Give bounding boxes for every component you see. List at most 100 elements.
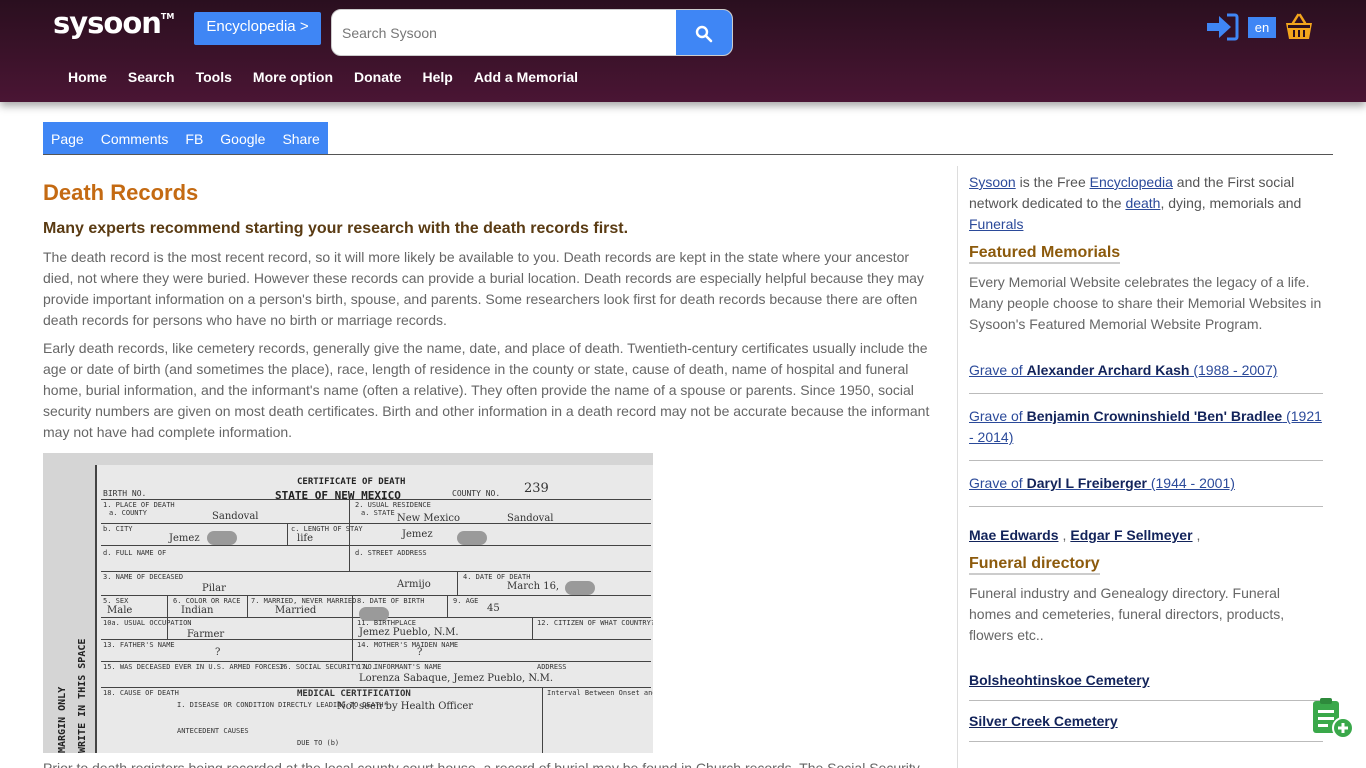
cert-b-county-val: Sandoval [507, 513, 554, 524]
nav-more-option[interactable]: More option [253, 69, 333, 85]
cert-col-line [287, 523, 288, 545]
page-tabs: Page Comments FB Google Share [43, 122, 328, 155]
cert-date-val: March 16, [507, 581, 560, 592]
cert-occupation-val: Farmer [187, 629, 225, 640]
grave-link[interactable]: Grave of Alexander Archard Kash (1988 - … [969, 348, 1323, 394]
cert-place-of-death: 1. PLACE OF DEATH [103, 501, 175, 509]
sidebar-intro: Sysoon is the Free Encyclopedia and the … [969, 174, 1302, 232]
cert-age-label: 9. AGE [453, 597, 479, 605]
cert-margin-label-2: WRITE IN THIS SPACE [77, 638, 88, 753]
memorial-name-link[interactable]: Edgar F Sellmeyer [1070, 527, 1192, 543]
link-funerals[interactable]: Funerals [969, 216, 1023, 232]
cert-color-val: Indian [181, 605, 214, 616]
cert-first-name: Pilar [202, 583, 226, 594]
paragraph-church-records: Prior to death registers being recorded … [43, 760, 920, 768]
page-title: Death Records [43, 180, 199, 205]
login-arrow-icon[interactable] [1205, 12, 1239, 42]
cert-informant-label: 17. INFORMANT'S NAME [357, 663, 442, 671]
cert-life-val: life [297, 533, 314, 544]
cert-medical-label: MEDICAL CERTIFICATION [297, 689, 411, 699]
cert-armed-label: 15. WAS DECEASED EVER IN U.S. ARMED FORC… [103, 663, 285, 671]
main-content: Death Records Many experts recommend sta… [43, 170, 933, 443]
cert-disease-val: Not seen by Health Officer [337, 701, 474, 712]
cemetery-link[interactable]: Bolsheohtinskoe Cemetery [969, 660, 1323, 701]
cert-street-label: d. STREET ADDRESS [355, 549, 427, 557]
cert-father-val: ? [215, 647, 221, 658]
cert-col-line [532, 617, 533, 639]
death-certificate-image: MARGIN ONLY WRITE IN THIS SPACE CERTIFIC… [43, 453, 653, 753]
cert-line [101, 661, 651, 662]
cert-birthplace-val: Jemez Pueblo, N.M. [359, 627, 459, 638]
logo[interactable]: sysoonTM [53, 6, 174, 40]
tab-google[interactable]: Google [220, 131, 265, 147]
cert-col-line [167, 595, 168, 639]
memorial-names: Mae Edwards, Edgar F Sellmeyer, [969, 527, 1201, 543]
cert-last-name: Armijo [397, 579, 431, 590]
cert-mother-label: 14. MOTHER'S MAIDEN NAME [357, 641, 459, 649]
cert-usual-residence: 2. USUAL RESIDENCE [355, 501, 431, 509]
cert-county-label: a. COUNTY [109, 509, 147, 517]
cert-father-label: 13. FATHER'S NAME [103, 641, 175, 649]
cert-col-line [457, 571, 458, 595]
page-subtitle: Many experts recommend starting your res… [43, 220, 629, 237]
grave-link[interactable]: Grave of Benjamin Crowninshield 'Ben' Br… [969, 394, 1323, 461]
link-death[interactable]: death [1125, 195, 1160, 211]
site-header: sysoonTM Encyclopedia > Home Search Tool… [0, 0, 1366, 102]
cert-full-name-label: d. FULL NAME OF [103, 549, 167, 557]
nav-donate[interactable]: Donate [354, 69, 401, 85]
cert-color-label: 6. COLOR OR RACE [173, 597, 241, 605]
cert-due-to-label: DUE TO (b) [297, 739, 340, 747]
memorial-name-link[interactable]: Mae Edwards [969, 527, 1058, 543]
tab-divider [43, 154, 1333, 155]
sidebar: Sysoon is the Free Encyclopedia and the … [957, 166, 1332, 768]
encyclopedia-button[interactable]: Encyclopedia > [194, 12, 321, 45]
cert-married-label: 7. MARRIED, NEVER MARRIED [251, 597, 357, 605]
cert-heading: CERTIFICATE OF DEATH [297, 477, 406, 487]
cert-col-line [247, 595, 248, 617]
cert-state-val: New Mexico [397, 513, 461, 524]
cert-name-label: 3. NAME OF DECEASED [103, 573, 184, 581]
add-document-icon[interactable] [1309, 696, 1355, 740]
paragraph-intro: The death record is the most recent reco… [43, 249, 924, 328]
cert-sex-label: 5. SEX [103, 597, 129, 605]
search-box [331, 9, 733, 56]
nav-search[interactable]: Search [128, 69, 175, 85]
cert-col-line [542, 687, 543, 753]
cert-line [101, 687, 651, 688]
grave-link[interactable]: Grave of Daryl L Freiberger (1944 - 2001… [969, 461, 1323, 507]
cert-city-label: b. CITY [103, 525, 133, 533]
cert-margin-label: MARGIN ONLY [57, 686, 68, 753]
featured-memorials-heading: Featured Memorials [969, 244, 1121, 264]
search-input[interactable] [342, 10, 672, 55]
cert-age-val: 45 [487, 603, 500, 614]
cert-birth-no: BIRTH NO. [103, 489, 147, 498]
cert-informant-val: Lorenza Sabaque, Jemez Pueblo, N.M. [359, 673, 554, 684]
nav-home[interactable]: Home [68, 69, 107, 85]
nav-add-memorial[interactable]: Add a Memorial [474, 69, 578, 85]
link-encyclopedia[interactable]: Encyclopedia [1090, 174, 1173, 190]
cert-line [101, 499, 651, 500]
cert-c-city-val: Jemez [402, 529, 433, 540]
tab-fb[interactable]: FB [185, 131, 203, 147]
main-nav: Home Search Tools More option Donate Hel… [68, 69, 599, 85]
tab-page[interactable]: Page [51, 131, 84, 147]
cert-address-label: ADDRESS [537, 663, 567, 671]
search-icon [695, 25, 713, 42]
search-button[interactable] [676, 10, 732, 55]
cert-line [101, 545, 651, 546]
language-selector[interactable]: en [1248, 17, 1276, 38]
tab-share[interactable]: Share [282, 131, 319, 147]
cert-married-val: Married [275, 605, 317, 616]
featured-memorials-text: Every Memorial Website celebrates the le… [969, 274, 1322, 332]
nav-help[interactable]: Help [422, 69, 452, 85]
nav-tools[interactable]: Tools [196, 69, 232, 85]
basket-icon[interactable] [1284, 12, 1314, 42]
cert-line [101, 639, 651, 640]
cert-col-line [349, 499, 350, 571]
cemetery-link[interactable]: Silver Creek Cemetery [969, 701, 1323, 742]
cert-interval-label: Interval Between Onset and Death [547, 689, 653, 697]
link-sysoon[interactable]: Sysoon [969, 174, 1016, 190]
tab-comments[interactable]: Comments [101, 131, 169, 147]
cert-cause-label: 18. CAUSE OF DEATH [103, 689, 179, 697]
redaction-mark [457, 531, 487, 545]
